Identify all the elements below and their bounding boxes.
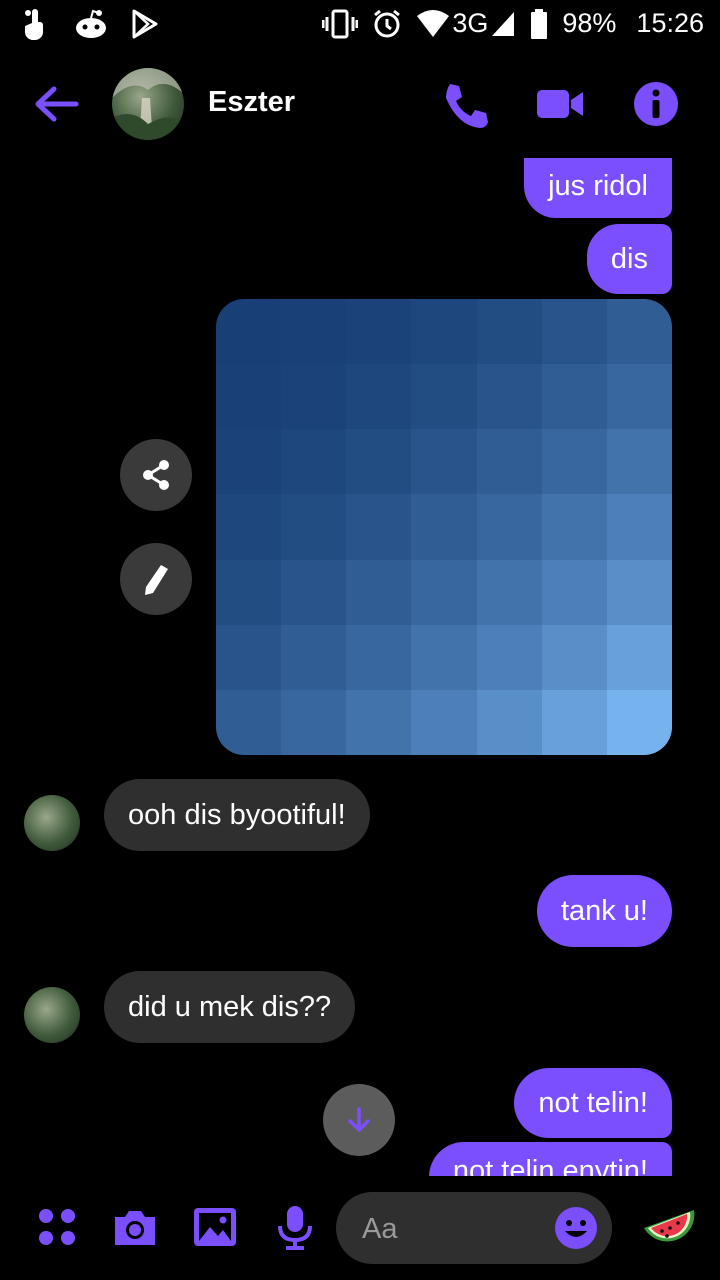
image-tile <box>476 624 542 690</box>
scroll-to-bottom-button[interactable] <box>323 1084 395 1156</box>
apps-icon[interactable] <box>34 1204 80 1250</box>
image-tile <box>411 494 477 560</box>
image-tile <box>216 559 282 625</box>
image-tile <box>281 559 347 625</box>
image-tile <box>216 689 282 755</box>
gallery-icon[interactable] <box>192 1204 238 1250</box>
network-type: 3G <box>452 8 489 38</box>
phone-icon[interactable] <box>440 80 488 128</box>
image-tile <box>411 624 477 690</box>
signal-icon <box>492 11 515 36</box>
image-message[interactable] <box>216 299 672 755</box>
composer-bar <box>0 1176 720 1280</box>
status-right: 3G 98% 15:26 <box>322 8 704 39</box>
image-tile <box>606 624 672 690</box>
pencil-icon <box>145 565 168 595</box>
image-tile <box>606 429 672 495</box>
message-bubble-out[interactable]: jus ridol <box>524 158 672 218</box>
message-input-field[interactable] <box>336 1192 612 1266</box>
image-tile <box>281 299 347 365</box>
notification-icons <box>22 8 160 40</box>
image-tile <box>281 364 347 430</box>
info-icon[interactable] <box>632 80 680 128</box>
reddit-icon <box>76 9 106 38</box>
clock: 15:26 <box>636 8 704 38</box>
emoji-icon[interactable] <box>554 1206 598 1250</box>
contact-avatar-small[interactable] <box>24 795 80 851</box>
image-tile <box>346 494 412 560</box>
vibrate-icon <box>322 9 359 38</box>
image-tile <box>606 299 672 365</box>
image-tile <box>216 364 282 430</box>
image-tile <box>541 429 607 495</box>
image-tile <box>606 364 672 430</box>
image-tile <box>541 299 607 365</box>
image-tile <box>411 429 477 495</box>
image-tile <box>541 494 607 560</box>
image-tile <box>346 689 412 755</box>
image-tile <box>346 364 412 430</box>
alarm-icon <box>374 9 401 37</box>
image-tile <box>346 299 412 365</box>
image-tile <box>346 429 412 495</box>
image-tile <box>606 494 672 560</box>
contact-name[interactable]: Eszter <box>208 86 295 119</box>
image-tile <box>216 299 282 365</box>
image-tile <box>346 624 412 690</box>
image-tile <box>281 429 347 495</box>
image-tile <box>476 494 542 560</box>
message-input[interactable] <box>360 1192 544 1266</box>
edit-button[interactable] <box>120 543 192 615</box>
arrow-down-icon <box>348 1107 370 1132</box>
play-store-icon <box>132 9 158 39</box>
microphone-icon[interactable] <box>272 1204 318 1250</box>
image-tile <box>476 559 542 625</box>
image-tile <box>476 689 542 755</box>
image-tile <box>216 494 282 560</box>
image-tile <box>411 299 477 365</box>
image-tile <box>216 429 282 495</box>
image-tile <box>541 689 607 755</box>
image-tile <box>541 559 607 625</box>
image-tile <box>346 559 412 625</box>
message-bubble-out[interactable]: dis <box>586 224 672 294</box>
share-button[interactable] <box>120 439 192 511</box>
image-tile <box>541 624 607 690</box>
battery-level: 98% <box>562 8 617 38</box>
hand-notification-icon <box>25 9 43 40</box>
image-tile <box>476 364 542 430</box>
image-tile <box>281 494 347 560</box>
message-bubble-in[interactable]: did u mek dis?? <box>104 971 356 1043</box>
image-tile <box>216 624 282 690</box>
image-tile <box>281 689 347 755</box>
image-tile <box>476 429 542 495</box>
image-tile <box>411 559 477 625</box>
message-bubble-in[interactable]: ooh dis byootiful! <box>104 779 370 851</box>
image-tile <box>411 364 477 430</box>
back-arrow-icon[interactable] <box>32 84 80 124</box>
battery-icon <box>531 8 548 39</box>
video-camera-icon[interactable] <box>536 80 584 128</box>
image-tile <box>476 299 542 365</box>
camera-icon[interactable] <box>112 1204 158 1250</box>
image-tile <box>281 624 347 690</box>
contact-avatar-small[interactable] <box>24 987 80 1043</box>
message-list[interactable]: jus ridol dis ooh dis byootiful! tank u!… <box>0 158 720 1176</box>
image-tile <box>411 689 477 755</box>
share-icon <box>143 460 169 490</box>
message-bubble-out[interactable]: not telin! <box>514 1068 672 1138</box>
contact-avatar[interactable] <box>112 68 184 140</box>
image-tile <box>606 689 672 755</box>
image-tile <box>541 364 607 430</box>
status-bar: 3G 98% 15:26 <box>0 0 720 50</box>
message-bubble-out[interactable]: not telin enytin! <box>428 1142 672 1176</box>
wifi-icon <box>417 9 450 37</box>
conversation-header: Eszter <box>0 50 720 158</box>
image-tile <box>606 559 672 625</box>
message-bubble-out[interactable]: tank u! <box>536 875 672 947</box>
watermelon-icon[interactable] <box>640 1198 698 1256</box>
